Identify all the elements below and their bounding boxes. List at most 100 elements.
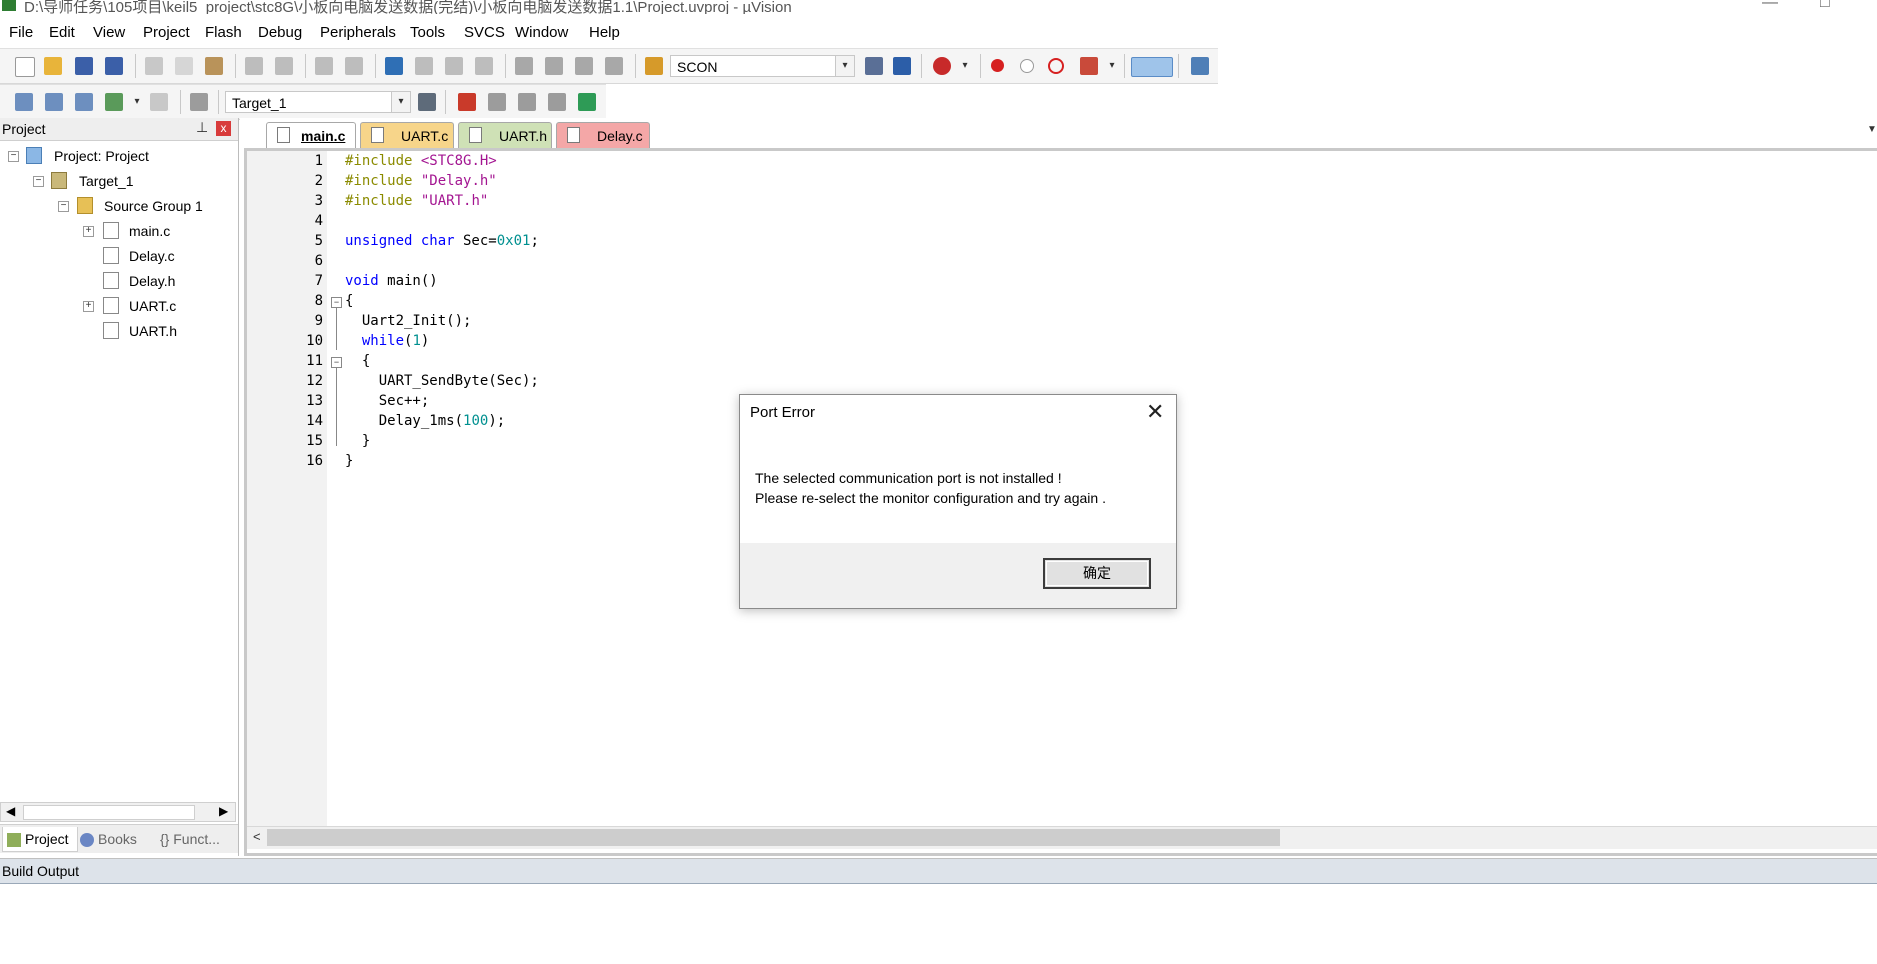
tab-project[interactable]: Project: [2, 827, 78, 852]
close-icon[interactable]: x: [216, 121, 231, 136]
tree-item-group[interactable]: − Source Group 1: [0, 195, 236, 217]
tab-uart-h[interactable]: UART.h: [458, 122, 552, 148]
expand-icon[interactable]: +: [83, 301, 94, 312]
tree-item-target[interactable]: − Target_1: [0, 170, 236, 192]
tab-books[interactable]: Books: [80, 827, 150, 851]
pack-installer-icon[interactable]: [548, 93, 566, 111]
menu-tools[interactable]: Tools: [410, 24, 445, 41]
forward-icon[interactable]: [345, 57, 363, 75]
tab-functions[interactable]: {} Funct...: [160, 827, 236, 851]
menu-svcs[interactable]: SVCS: [464, 24, 505, 41]
window-icon[interactable]: [1131, 57, 1173, 77]
fold-icon[interactable]: −: [331, 357, 342, 368]
incremental-find-icon[interactable]: [893, 57, 911, 75]
find-combo[interactable]: SCON ▾: [670, 55, 855, 77]
line-number: 9: [314, 313, 323, 329]
scroll-right-icon[interactable]: ▶: [219, 804, 228, 818]
new-file-icon[interactable]: [15, 57, 35, 77]
build-icon[interactable]: [45, 93, 63, 111]
debug-icon[interactable]: [933, 57, 951, 75]
scroll-left-icon[interactable]: <: [253, 829, 261, 844]
options-icon[interactable]: [418, 93, 436, 111]
collapse-icon[interactable]: −: [8, 151, 19, 162]
bookmark-icon[interactable]: [385, 57, 403, 75]
ok-button[interactable]: 确定: [1043, 558, 1151, 589]
menu-view[interactable]: View: [93, 24, 125, 41]
find-icon[interactable]: [865, 57, 883, 75]
tree-item-file[interactable]: Delay.c: [0, 245, 236, 267]
tree-item-file[interactable]: + main.c: [0, 220, 236, 242]
indent-icon[interactable]: [515, 57, 533, 75]
compile-icon[interactable]: [15, 93, 33, 111]
pin-icon[interactable]: ⊥: [196, 119, 208, 136]
menu-peripherals[interactable]: Peripherals: [320, 24, 396, 41]
maximize-button[interactable]: □: [1820, 0, 1830, 12]
collapse-icon[interactable]: −: [58, 201, 69, 212]
copy-icon[interactable]: [175, 57, 193, 75]
editor-horizontal-scrollbar[interactable]: <: [247, 826, 1877, 849]
build-output-title: Build Output: [2, 863, 80, 879]
menu-debug[interactable]: Debug: [258, 24, 302, 41]
stop-build-icon[interactable]: [150, 93, 168, 111]
unindent-icon[interactable]: [545, 57, 563, 75]
project-panel-scrollbar[interactable]: ◀ ▶: [0, 802, 236, 822]
expand-icon[interactable]: +: [83, 226, 94, 237]
line-number: 2: [314, 173, 323, 189]
tree-item-file[interactable]: UART.h: [0, 320, 236, 342]
save-icon[interactable]: [75, 57, 93, 75]
load-icon[interactable]: [190, 93, 208, 111]
run-time-environment-icon[interactable]: [578, 93, 596, 111]
target-combo[interactable]: Target_1 ▾: [225, 91, 411, 113]
back-icon[interactable]: [315, 57, 333, 75]
menu-flash[interactable]: Flash: [205, 24, 242, 41]
chevron-down-icon[interactable]: ▾: [956, 57, 974, 75]
undo-icon[interactable]: [245, 57, 263, 75]
fold-icon[interactable]: −: [331, 297, 342, 308]
build-output-pane[interactable]: [0, 884, 1877, 964]
menu-file[interactable]: File: [9, 24, 33, 41]
breakpoint-icon[interactable]: [991, 59, 1004, 72]
wrench-icon[interactable]: [1191, 57, 1209, 75]
menu-window[interactable]: Window: [515, 24, 568, 41]
code-line: {: [345, 353, 371, 369]
tab-uart-c[interactable]: UART.c: [360, 122, 454, 148]
breakpoint-kill-icon[interactable]: [1048, 58, 1064, 74]
menu-project[interactable]: Project: [143, 24, 190, 41]
tree-item-file[interactable]: + UART.c: [0, 295, 236, 317]
find-in-files-icon[interactable]: [645, 57, 663, 75]
redo-icon[interactable]: [275, 57, 293, 75]
minimize-button[interactable]: —: [1762, 0, 1778, 12]
tree-item-file[interactable]: Delay.h: [0, 270, 236, 292]
breakpoint-disable-icon[interactable]: [1020, 59, 1034, 73]
chevron-down-icon[interactable]: ▾: [835, 56, 854, 76]
uncomment-icon[interactable]: [605, 57, 623, 75]
tree-item-project[interactable]: − Project: Project: [0, 145, 236, 167]
scroll-thumb[interactable]: [23, 805, 195, 820]
menu-edit[interactable]: Edit: [49, 24, 75, 41]
close-icon[interactable]: ✕: [1146, 401, 1164, 423]
open-icon[interactable]: [44, 57, 62, 75]
batch-build-icon[interactable]: [105, 93, 123, 111]
bookmark-next-icon[interactable]: [445, 57, 463, 75]
tab-main-c[interactable]: main.c: [266, 122, 356, 148]
scroll-thumb[interactable]: [267, 829, 1280, 846]
scroll-left-icon[interactable]: ◀: [6, 804, 15, 818]
collapse-icon[interactable]: −: [33, 176, 44, 187]
chevron-down-icon[interactable]: ▾: [128, 93, 146, 111]
bookmark-clear-icon[interactable]: [475, 57, 493, 75]
select-device-icon[interactable]: [518, 93, 536, 111]
rebuild-icon[interactable]: [75, 93, 93, 111]
breakpoint-manage-icon[interactable]: [1080, 57, 1098, 75]
chevron-down-icon[interactable]: ▾: [1103, 57, 1121, 75]
bookmark-prev-icon[interactable]: [415, 57, 433, 75]
cut-icon[interactable]: [145, 57, 163, 75]
comment-icon[interactable]: [575, 57, 593, 75]
paste-icon[interactable]: [205, 57, 223, 75]
save-all-icon[interactable]: [105, 57, 123, 75]
tab-delay-c[interactable]: Delay.c: [556, 122, 650, 148]
file-extensions-icon[interactable]: [488, 93, 506, 111]
manage-components-icon[interactable]: [458, 93, 476, 111]
tab-list-icon[interactable]: ▼: [1867, 124, 1877, 135]
chevron-down-icon[interactable]: ▾: [391, 92, 410, 112]
menu-help[interactable]: Help: [589, 24, 620, 41]
